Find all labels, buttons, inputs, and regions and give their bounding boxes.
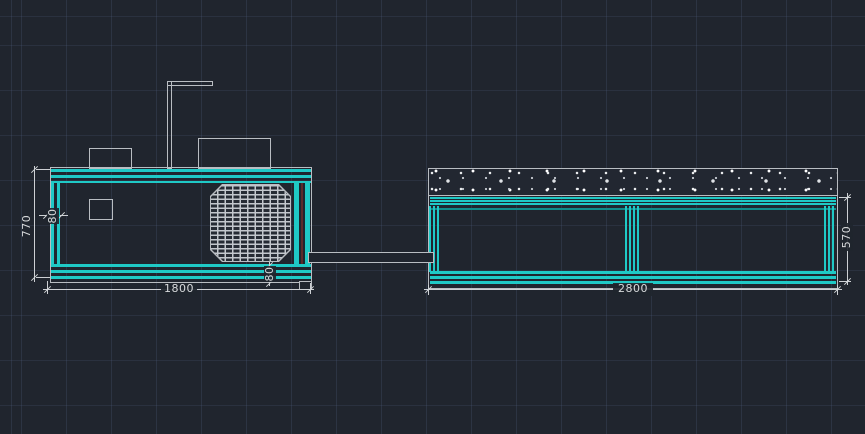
backsplash-box-right[interactable] — [198, 138, 271, 169]
right-bench-top-rail — [430, 197, 836, 205]
connector-rail[interactable] — [308, 252, 434, 263]
dim-label-770[interactable]: 770 — [21, 211, 33, 241]
dim-770-line — [34, 166, 35, 282]
dim-label-80-bottom[interactable]: 80 — [264, 266, 276, 282]
faucet-riser — [167, 81, 172, 169]
faucet-spout — [167, 81, 213, 86]
right-bench-mid-post — [625, 206, 639, 272]
dim-label-80-side[interactable]: 80 — [47, 208, 59, 224]
inner-outlet-box[interactable] — [89, 199, 113, 220]
right-bench-right-post — [824, 206, 836, 272]
dim-770-ext-bottom — [36, 277, 50, 278]
dim-label-570[interactable]: 570 — [841, 223, 853, 251]
sink-hatch[interactable] — [210, 184, 291, 262]
dim-label-2800[interactable]: 2800 — [613, 283, 653, 296]
dim-label-1800[interactable]: 1800 — [161, 283, 197, 296]
left-cabinet-top-rail — [51, 169, 311, 183]
concrete-countertop[interactable] — [428, 168, 838, 196]
dim-770-ext-top — [36, 169, 50, 170]
sink-hatch-fill — [211, 185, 290, 261]
cad-viewport[interactable]: 770 80 80 1800 2800 — [0, 0, 865, 434]
backsplash-box-left[interactable] — [89, 148, 132, 169]
